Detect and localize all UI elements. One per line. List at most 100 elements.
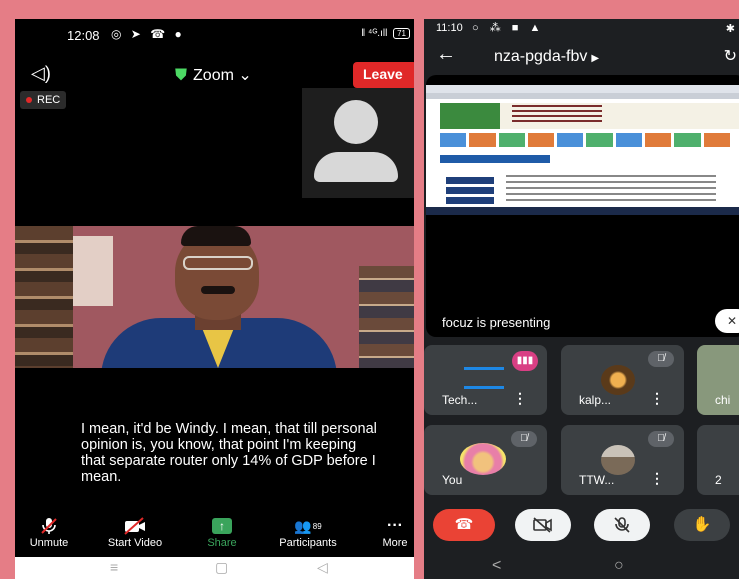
participant-tile[interactable]: chi: [697, 345, 739, 415]
raise-hand-icon: ✋: [692, 516, 712, 533]
participant-tile[interactable]: 🎙̸ TTW... ⋮: [561, 425, 684, 495]
mic-off-icon: 🎙̸: [648, 351, 674, 367]
recording-badge: REC: [20, 91, 67, 109]
status-bar: 12:08 ◎ ➤ ☎ ● ‖ ⁴ᴳ.ıll 71: [15, 19, 414, 55]
participants-label: Participants: [279, 537, 337, 549]
pin-icon[interactable]: ✕: [715, 309, 739, 333]
participant-name: chi: [715, 393, 731, 407]
site-search-bar: [440, 155, 550, 163]
meeting-code[interactable]: nza-pgda-fbv ▶: [494, 48, 599, 66]
site-title: [512, 105, 602, 125]
participants-button[interactable]: 👥 89 Participants: [268, 515, 348, 550]
mic-off-icon: 🎙̸: [511, 431, 537, 447]
participant-tile[interactable]: ▮▮▮ Tech... ⋮: [424, 345, 547, 415]
home-icon[interactable]: ▢: [215, 559, 228, 576]
live-caption: I mean, it'd be Windy. I mean, that till…: [81, 421, 377, 485]
recents-icon[interactable]: ≡: [110, 559, 118, 575]
participant-name: Tech...: [442, 393, 478, 407]
back-arrow-icon[interactable]: ←: [436, 43, 456, 66]
windows-taskbar: [426, 207, 739, 215]
participants-icon: 👥: [294, 517, 312, 534]
start-video-button[interactable]: Start Video: [95, 515, 175, 549]
android-nav-bar: ≡ ▢ ◁: [15, 557, 414, 579]
participant-name: 2: [715, 473, 722, 487]
share-arrow-icon: ↑: [212, 518, 232, 534]
rec-label: REC: [37, 94, 61, 106]
more-button[interactable]: ··· More: [355, 515, 414, 549]
participant-avatar: [601, 445, 635, 475]
raise-hand-button[interactable]: ✋: [674, 509, 730, 541]
more-dots-icon: ···: [387, 517, 403, 534]
share-label: Share: [207, 537, 237, 549]
status-time: 11:10: [436, 22, 463, 34]
mic-off-icon: [614, 517, 630, 533]
participant-tile[interactable]: 🎙̸ You: [424, 425, 547, 495]
participant-logo: [464, 367, 504, 389]
speaker-hair: [181, 226, 251, 246]
participant-tile[interactable]: 2: [697, 425, 739, 495]
record-dot-icon: [26, 97, 32, 104]
site-icon-row: [440, 133, 730, 147]
end-call-button[interactable]: ☎: [433, 509, 495, 541]
browser-toolbar: [426, 85, 739, 93]
site-menu: [446, 177, 494, 207]
participant-name: TTW...: [579, 473, 615, 487]
mic-off-icon: 🎙̸: [648, 431, 674, 447]
speaker-icon[interactable]: ◁): [31, 63, 51, 84]
chevron-down-icon: ⌄: [233, 67, 252, 84]
start-video-label: Start Video: [107, 537, 163, 549]
status-time: 12:08: [67, 28, 100, 43]
share-button[interactable]: ↑ Share: [182, 515, 262, 549]
caret-right-icon: ▶: [591, 53, 600, 64]
participant-name: You: [442, 473, 463, 487]
participant-avatar: [601, 365, 635, 395]
video-off-icon: [95, 515, 175, 537]
more-vert-icon[interactable]: ⋮: [513, 390, 527, 407]
leave-button[interactable]: Leave: [353, 62, 414, 88]
participant-name: kalp...: [579, 393, 612, 407]
meeting-title-label: Zoom: [193, 67, 234, 84]
speaker-video[interactable]: [15, 226, 414, 368]
speaker-mustache: [201, 286, 235, 294]
meeting-toolbar: Unmute Start Video ↑ Share 👥 89 Participa…: [15, 515, 414, 555]
speaker-glasses: [183, 256, 253, 270]
site-logo: [440, 103, 500, 129]
home-icon[interactable]: ○: [614, 557, 624, 575]
shared-screen: [426, 85, 739, 215]
meeting-title[interactable]: ⛊ Zoom ⌄: [175, 65, 252, 85]
back-icon[interactable]: ◁: [317, 559, 328, 576]
unmute-button[interactable]: Unmute: [15, 515, 89, 549]
participant-avatar: [460, 443, 506, 475]
bluetooth-icon: ✱: [725, 23, 735, 35]
switch-camera-icon[interactable]: ↻: [724, 46, 737, 66]
notification-icons: ◎ ➤ ☎ ●: [111, 27, 185, 41]
battery-icon: 71: [393, 28, 410, 39]
more-label: More: [382, 537, 408, 549]
end-call-icon: ☎: [454, 516, 474, 533]
unmute-label: Unmute: [29, 537, 69, 549]
meeting-code-label: nza-pgda-fbv: [494, 48, 588, 65]
camera-toggle-button[interactable]: [515, 509, 571, 541]
bookshelf-right: [359, 266, 414, 368]
notification-icons: ○ ⁂ ■ ▲: [472, 22, 545, 34]
participant-tile[interactable]: 🎙̸ kalp... ⋮: [561, 345, 684, 415]
participant-count: 89: [312, 521, 322, 531]
meet-phone-screen: 11:10 ○ ⁂ ■ ▲ ✱ ← nza-pgda-fbv ▶ ↻ focuz …: [424, 19, 739, 579]
android-nav-bar: < ○: [424, 555, 739, 579]
more-vert-icon[interactable]: ⋮: [650, 470, 664, 487]
site-text: [506, 175, 716, 203]
browser-tabs: [426, 93, 739, 99]
mic-toggle-button[interactable]: [594, 509, 650, 541]
presenting-label: focuz is presenting: [442, 315, 551, 330]
camera-off-icon: [533, 517, 552, 533]
speaking-icon: ▮▮▮: [512, 351, 538, 371]
self-view-tile[interactable]: [302, 88, 414, 198]
zoom-phone-screen: 12:08 ◎ ➤ ☎ ● ‖ ⁴ᴳ.ıll 71 ◁) ⛊ Zoom ⌄ Lea…: [15, 19, 414, 579]
avatar-body: [314, 152, 398, 182]
back-icon[interactable]: <: [492, 557, 501, 575]
signal-icon: ‖ ⁴ᴳ.ıll 71: [361, 28, 410, 39]
status-bar: 11:10 ○ ⁂ ■ ▲ ✱: [424, 19, 739, 41]
avatar-head: [334, 100, 378, 144]
more-vert-icon[interactable]: ⋮: [650, 390, 664, 407]
window-background: [73, 236, 113, 306]
